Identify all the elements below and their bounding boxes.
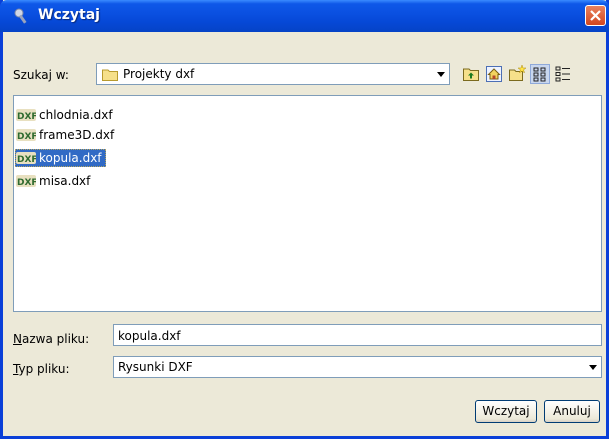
up-folder-button[interactable]	[461, 64, 481, 84]
folder-icon	[102, 69, 118, 81]
look-in-value: Projekty dxf	[123, 67, 195, 81]
file-type-combo[interactable]: Rysunki DXF	[113, 356, 602, 378]
home-icon	[486, 66, 502, 82]
file-type-label-text: yp pliku:	[18, 362, 70, 376]
dialog-window: Wczytaj Szukaj w: Projekty dxf DXF chlod…	[0, 0, 609, 439]
svg-text:DXF: DXF	[17, 132, 36, 142]
file-name: chlodnia.dxf	[39, 108, 113, 122]
details-view-button[interactable]	[553, 64, 573, 84]
close-button[interactable]	[585, 5, 606, 26]
svg-text:DXF: DXF	[17, 112, 36, 122]
new-folder-button[interactable]	[507, 64, 527, 84]
file-name-label-mnemonic: N	[13, 332, 22, 346]
file-name-input[interactable]	[114, 326, 601, 346]
file-type-label: Typ pliku:	[13, 362, 70, 376]
cancel-button[interactable]: Anuluj	[544, 400, 600, 423]
file-name: kopula.dxf	[39, 151, 102, 165]
list-view-icon	[533, 67, 546, 82]
title-bar[interactable]: Wczytaj	[0, 0, 609, 32]
dxf-file-icon: DXF	[16, 109, 36, 122]
file-name-label-text: azwa pliku:	[21, 332, 90, 346]
dxf-file-icon: DXF	[16, 129, 36, 142]
svg-text:DXF: DXF	[17, 155, 36, 165]
look-in-label: Szukaj w:	[13, 68, 69, 82]
home-button[interactable]	[484, 64, 504, 84]
window-title: Wczytaj	[38, 7, 100, 23]
file-name: misa.dxf	[39, 174, 91, 188]
file-type-value: Rysunki DXF	[118, 360, 193, 374]
file-list[interactable]: DXF chlodnia.dxf DXF frame3D.dxf DXF kop…	[13, 95, 602, 312]
file-name-field[interactable]	[113, 324, 602, 346]
chevron-down-icon[interactable]	[437, 72, 445, 77]
list-item[interactable]: DXF frame3D.dxf	[16, 126, 117, 144]
svg-text:DXF: DXF	[17, 178, 36, 188]
file-name: frame3D.dxf	[39, 128, 115, 142]
app-icon	[14, 8, 27, 24]
dxf-file-icon: DXF	[16, 175, 36, 188]
list-item[interactable]: DXF chlodnia.dxf	[16, 106, 116, 124]
details-view-icon	[555, 66, 570, 82]
up-folder-icon	[463, 68, 479, 81]
new-folder-icon	[509, 64, 527, 81]
list-item-selected[interactable]: DXF kopula.dxf	[15, 149, 106, 167]
look-in-combo[interactable]: Projekty dxf	[96, 63, 450, 85]
list-view-button[interactable]	[530, 64, 550, 84]
chevron-down-icon[interactable]	[589, 365, 597, 370]
open-button[interactable]: Wczytaj	[475, 400, 537, 423]
list-item[interactable]: DXF misa.dxf	[16, 172, 93, 190]
close-icon	[590, 10, 601, 21]
file-name-label: Nazwa pliku:	[13, 332, 89, 346]
dxf-file-icon: DXF	[16, 152, 36, 165]
